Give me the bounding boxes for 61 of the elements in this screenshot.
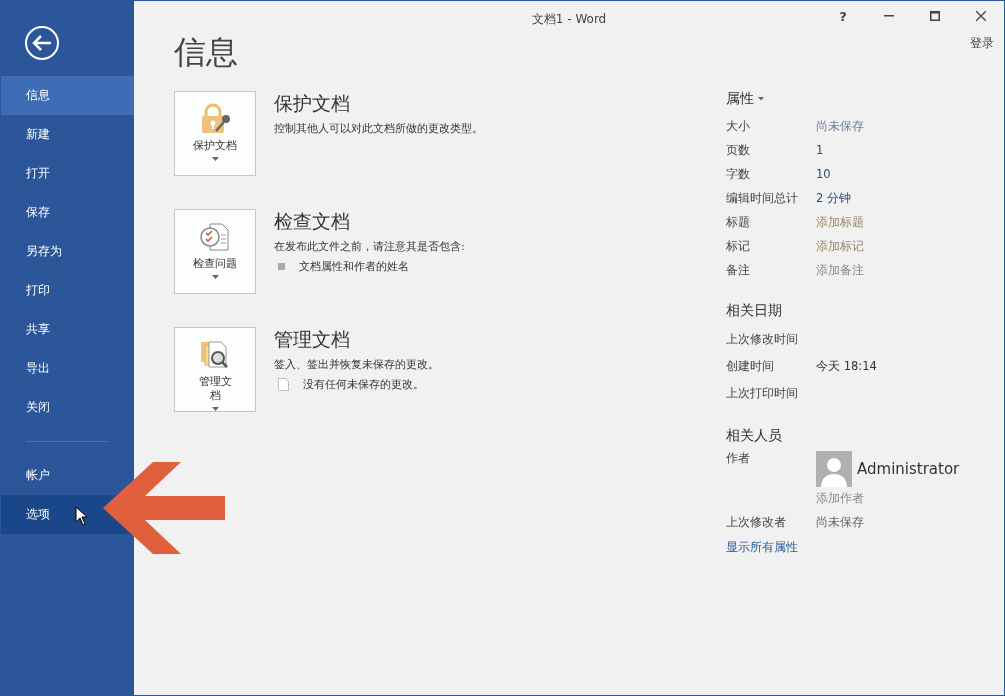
sidebar-item[interactable]: 导出 bbox=[1, 349, 134, 388]
sidebar-item[interactable]: 另存为 bbox=[1, 232, 134, 271]
bullet-icon bbox=[278, 263, 285, 270]
sidebar-item[interactable]: 保存 bbox=[1, 193, 134, 232]
section-description: 在发布此文件之前，请注意其是否包含: bbox=[274, 239, 465, 254]
mouse-cursor-icon bbox=[75, 506, 89, 526]
sidebar-item[interactable]: 打印 bbox=[1, 271, 134, 310]
sidebar-item[interactable]: 新建 bbox=[1, 115, 134, 154]
date-label: 上次打印时间 bbox=[726, 386, 799, 401]
date-label: 上次修改时间 bbox=[726, 332, 799, 347]
help-button[interactable]: ? bbox=[820, 1, 866, 31]
property-label: 大小 bbox=[726, 118, 751, 134]
section-title: 管理文档 bbox=[274, 327, 351, 352]
property-label: 页数 bbox=[726, 142, 751, 158]
caret-icon bbox=[211, 407, 219, 411]
close-icon[interactable] bbox=[976, 11, 986, 21]
properties-heading[interactable]: 属性 bbox=[726, 90, 960, 108]
document-action-button[interactable]: 检查问题 bbox=[174, 209, 256, 294]
sign-in-link[interactable]: 登录 bbox=[970, 35, 994, 52]
author-name: Administrator bbox=[857, 460, 960, 478]
section-description: 签入、签出并恢复未保存的更改。 bbox=[274, 357, 439, 372]
avatar-icon bbox=[816, 451, 852, 487]
sidebar-item[interactable]: 打开 bbox=[1, 154, 134, 193]
author-label: 作者 bbox=[726, 451, 751, 467]
dates-heading: 相关日期 bbox=[726, 302, 783, 320]
caret-icon bbox=[211, 157, 219, 161]
caret-icon bbox=[211, 275, 219, 279]
minimize-icon[interactable] bbox=[884, 15, 894, 17]
document-icon bbox=[278, 378, 289, 391]
property-label: 标记 bbox=[726, 238, 751, 254]
sidebar-item[interactable]: 关闭 bbox=[1, 388, 134, 427]
bullet-text: 文档属性和作者的姓名 bbox=[299, 259, 409, 274]
property-value: 1 bbox=[816, 143, 824, 157]
back-icon[interactable] bbox=[24, 25, 60, 61]
window-title: 文档1 - Word bbox=[531, 11, 607, 28]
caret-icon bbox=[758, 97, 764, 101]
property-value: 10 bbox=[816, 167, 831, 181]
property-label: 备注 bbox=[726, 262, 751, 278]
document-action-button[interactable]: 保护文档 bbox=[174, 91, 256, 176]
property-label: 上次修改者 bbox=[726, 514, 787, 530]
property-value[interactable]: 尚未保存 bbox=[816, 118, 864, 134]
section-title: 检查文档 bbox=[274, 209, 351, 234]
property-value: 2 分钟 bbox=[816, 190, 851, 206]
sidebar-item[interactable]: 共享 bbox=[1, 310, 134, 349]
page-title: 信息 bbox=[174, 32, 239, 73]
property-label: 标题 bbox=[726, 214, 751, 230]
note-text: 没有任何未保存的更改。 bbox=[303, 377, 424, 392]
section-description: 控制其他人可以对此文档所做的更改类型。 bbox=[274, 121, 483, 136]
sidebar-item[interactable]: 信息 bbox=[1, 76, 134, 115]
maximize-icon[interactable] bbox=[930, 11, 940, 21]
property-label: 编辑时间总计 bbox=[726, 190, 799, 206]
property-label: 字数 bbox=[726, 166, 751, 182]
checklist-document-icon bbox=[198, 220, 232, 254]
people-heading: 相关人员 bbox=[726, 427, 783, 445]
property-value: 尚未保存 bbox=[816, 514, 864, 530]
date-label: 创建时间 bbox=[726, 359, 775, 374]
section-title: 保护文档 bbox=[274, 91, 351, 116]
show-all-properties-link[interactable]: 显示所有属性 bbox=[726, 540, 960, 555]
date-value: 今天 18:14 bbox=[816, 359, 877, 374]
document-action-button[interactable]: 管理文档 bbox=[174, 327, 256, 412]
sidebar-item[interactable]: 帐户 bbox=[1, 456, 134, 495]
